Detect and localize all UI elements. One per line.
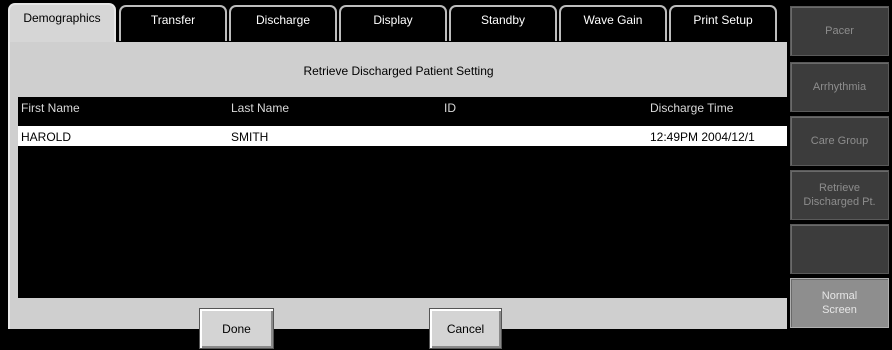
- tab-display[interactable]: Display: [339, 5, 447, 41]
- normal-screen-label: Normal Screen: [821, 290, 858, 316]
- tab-print-setup[interactable]: Print Setup: [669, 5, 777, 41]
- blank-menu-button[interactable]: [790, 224, 889, 274]
- retrieve-discharged-label: Retrieve Discharged Pt.: [803, 182, 876, 208]
- column-discharge-time: Discharge Time: [650, 101, 734, 115]
- tab-transfer[interactable]: Transfer: [119, 5, 227, 41]
- table-row[interactable]: HAROLD SMITH 12:49PM 2004/12/1: [18, 126, 789, 146]
- side-menu: Pacer Arrhythmia Care Group Retrieve Dis…: [787, 0, 892, 329]
- table-header: First Name Last Name ID Discharge Time: [18, 97, 789, 119]
- retrieve-discharged-panel: Retrieve Discharged Patient Setting Firs…: [8, 42, 789, 349]
- care-group-button[interactable]: Care Group: [790, 116, 889, 166]
- arrhythmia-button[interactable]: Arrhythmia: [790, 62, 889, 112]
- retrieve-discharged-button[interactable]: Retrieve Discharged Pt.: [790, 170, 889, 220]
- column-id: ID: [444, 101, 456, 115]
- tab-standby[interactable]: Standby: [449, 5, 557, 41]
- arrhythmia-label: Arrhythmia: [812, 81, 867, 93]
- column-last-name: Last Name: [231, 101, 290, 115]
- cell-first-name: HAROLD: [21, 130, 72, 144]
- pacer-button[interactable]: Pacer: [790, 6, 889, 56]
- patient-table: First Name Last Name ID Discharge Time H…: [18, 97, 789, 298]
- care-group-label: Care Group: [810, 135, 869, 147]
- panel-title: Retrieve Discharged Patient Setting: [303, 64, 494, 78]
- pacer-label: Pacer: [825, 25, 854, 37]
- tab-wave-gain[interactable]: Wave Gain: [559, 5, 667, 41]
- tab-bar: Demographics Transfer Discharge Display …: [0, 0, 787, 43]
- tab-demographics[interactable]: Demographics: [8, 3, 116, 43]
- normal-screen-button[interactable]: Normal Screen: [790, 278, 889, 328]
- column-first-name: First Name: [21, 101, 80, 115]
- cell-discharge-time: 12:49PM 2004/12/1: [650, 130, 755, 144]
- cell-last-name: SMITH: [231, 130, 269, 144]
- tab-discharge[interactable]: Discharge: [229, 5, 337, 41]
